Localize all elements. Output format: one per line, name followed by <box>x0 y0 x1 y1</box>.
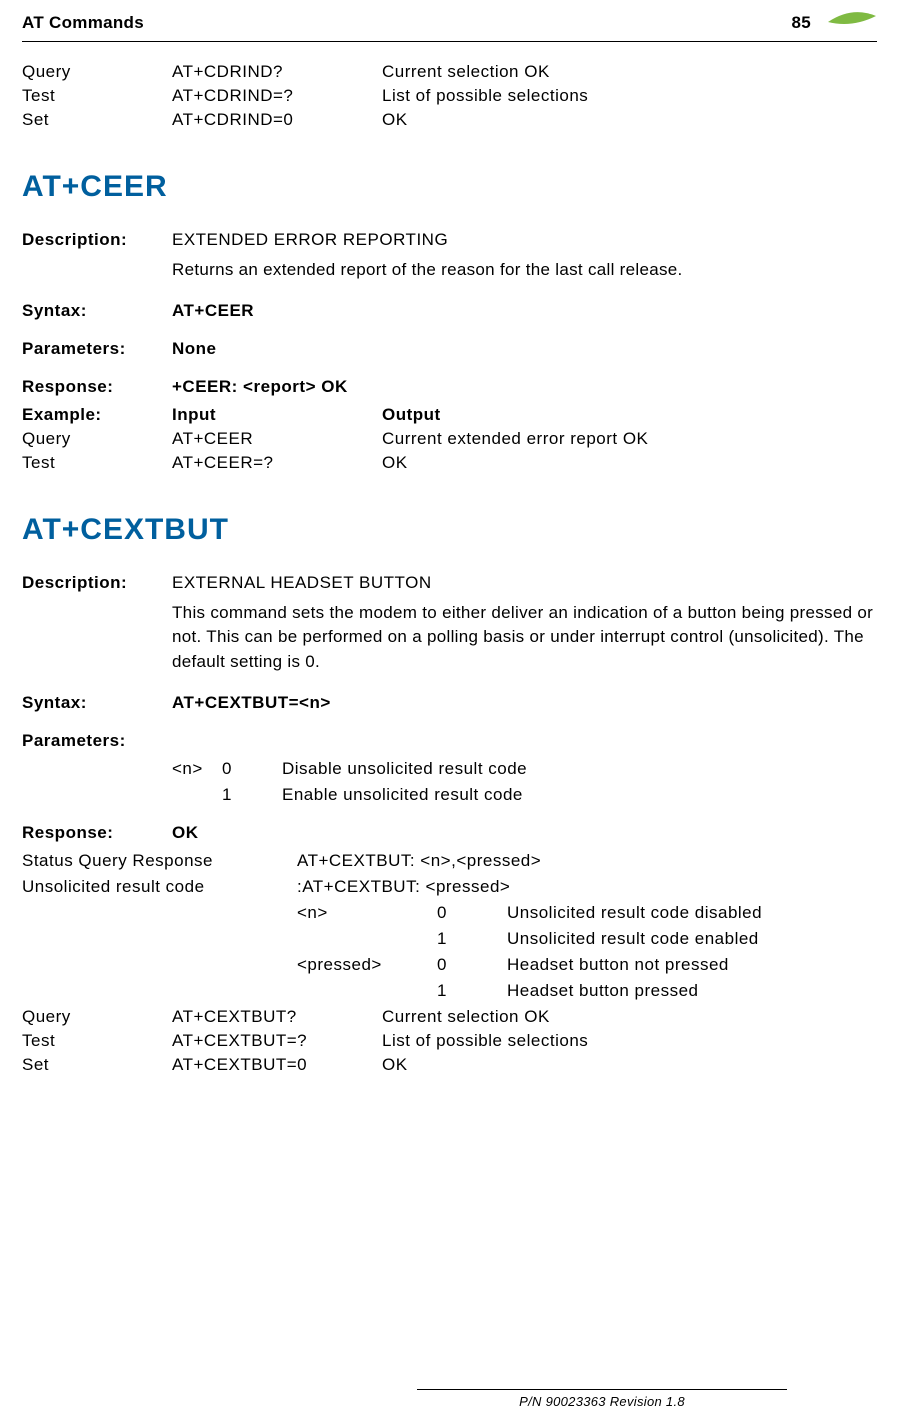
row-type: Set <box>22 110 172 130</box>
status-query-row: Status Query Response AT+CEXTBUT: <n>,<p… <box>22 851 877 871</box>
page-footer: P/N 90023363 Revision 1.8 <box>417 1389 787 1409</box>
sub-row: <pressed> 0 Headset button not pressed <box>22 955 877 975</box>
row-resp: List of possible selections <box>382 1031 877 1051</box>
table-row: Set AT+CDRIND=0 OK <box>22 110 877 130</box>
row-type: Test <box>22 86 172 106</box>
description-text: Returns an extended report of the reason… <box>22 258 877 283</box>
example-input-header: Input <box>172 405 382 425</box>
sub-val: 1 <box>437 981 507 1001</box>
syntax-label: Syntax: <box>22 693 172 713</box>
table-row: Query AT+CDRIND? Current selection OK <box>22 62 877 82</box>
sub-n-label: <n> <box>297 903 437 923</box>
row-resp: Current extended error report OK <box>382 429 877 449</box>
unsolicited-value: :AT+CEXTBUT: <pressed> <box>297 877 877 897</box>
section-heading-ceer: AT+CEER <box>22 170 877 204</box>
row-cmd: AT+CEXTBUT=0 <box>172 1055 382 1075</box>
table-row: Query AT+CEER Current extended error rep… <box>22 429 877 449</box>
sub-val: 0 <box>437 955 507 975</box>
description-label: Description: <box>22 230 172 250</box>
brand-swoosh-icon <box>827 10 877 35</box>
param-row: 1 Enable unsolicited result code <box>22 785 877 805</box>
row-cmd: AT+CEXTBUT=? <box>172 1031 382 1051</box>
response-value: +CEER: <report> OK <box>172 377 877 397</box>
unsolicited-label: Unsolicited result code <box>22 877 297 897</box>
row-resp: List of possible selections <box>382 86 877 106</box>
parameters-value: None <box>172 339 877 359</box>
parameters-label: Parameters: <box>22 339 172 359</box>
sub-val: 0 <box>437 903 507 923</box>
row-cmd: AT+CEER=? <box>172 453 382 473</box>
example-output-header: Output <box>382 405 877 425</box>
header-rule <box>22 41 877 42</box>
syntax-label: Syntax: <box>22 301 172 321</box>
syntax-value: AT+CEXTBUT=<n> <box>172 693 877 713</box>
row-cmd: AT+CEXTBUT? <box>172 1007 382 1027</box>
sub-desc: Headset button not pressed <box>507 955 877 975</box>
param-val: 0 <box>222 759 282 779</box>
description-label: Description: <box>22 573 172 593</box>
section-heading-cextbut: AT+CEXTBUT <box>22 513 877 547</box>
row-type: Query <box>22 1007 172 1027</box>
table-row: Test AT+CEXTBUT=? List of possible selec… <box>22 1031 877 1051</box>
row-type: Test <box>22 453 172 473</box>
sub-pressed-label: <pressed> <box>297 955 437 975</box>
param-desc: Enable unsolicited result code <box>282 785 877 805</box>
row-resp: OK <box>382 1055 877 1075</box>
description-name: EXTERNAL HEADSET BUTTON <box>172 573 877 593</box>
row-resp: OK <box>382 453 877 473</box>
header-title: AT Commands <box>22 13 144 33</box>
row-cmd: AT+CDRIND=0 <box>172 110 382 130</box>
row-resp: OK <box>382 110 877 130</box>
parameters-label: Parameters: <box>22 731 172 751</box>
sub-row: <n> 0 Unsolicited result code disabled <box>22 903 877 923</box>
example-header: Example: Input Output <box>22 405 877 425</box>
sub-row: 1 Unsolicited result code enabled <box>22 929 877 949</box>
example-label: Example: <box>22 405 172 425</box>
status-query-value: AT+CEXTBUT: <n>,<pressed> <box>297 851 877 871</box>
row-resp: Current selection OK <box>382 1007 877 1027</box>
page-number: 85 <box>791 13 811 33</box>
response-label: Response: <box>22 377 172 397</box>
row-type: Query <box>22 429 172 449</box>
row-type: Test <box>22 1031 172 1051</box>
row-type: Query <box>22 62 172 82</box>
param-row: <n> 0 Disable unsolicited result code <box>22 759 877 779</box>
unsolicited-row: Unsolicited result code :AT+CEXTBUT: <pr… <box>22 877 877 897</box>
sub-val: 1 <box>437 929 507 949</box>
response-value: OK <box>172 823 877 843</box>
sub-desc: Unsolicited result code disabled <box>507 903 877 923</box>
sub-desc: Headset button pressed <box>507 981 877 1001</box>
response-label: Response: <box>22 823 172 843</box>
row-type: Set <box>22 1055 172 1075</box>
sub-row: 1 Headset button pressed <box>22 981 877 1001</box>
sub-desc: Unsolicited result code enabled <box>507 929 877 949</box>
param-val: 1 <box>222 785 282 805</box>
table-row: Set AT+CEXTBUT=0 OK <box>22 1055 877 1075</box>
table-row: Test AT+CEER=? OK <box>22 453 877 473</box>
table-row: Query AT+CEXTBUT? Current selection OK <box>22 1007 877 1027</box>
row-cmd: AT+CEER <box>172 429 382 449</box>
description-text: This command sets the modem to either de… <box>22 601 877 675</box>
description-name: EXTENDED ERROR REPORTING <box>172 230 877 250</box>
syntax-value: AT+CEER <box>172 301 877 321</box>
status-query-label: Status Query Response <box>22 851 297 871</box>
param-desc: Disable unsolicited result code <box>282 759 877 779</box>
table-row: Test AT+CDRIND=? List of possible select… <box>22 86 877 106</box>
page-header: AT Commands 85 <box>22 10 877 41</box>
row-cmd: AT+CDRIND? <box>172 62 382 82</box>
row-resp: Current selection OK <box>382 62 877 82</box>
row-cmd: AT+CDRIND=? <box>172 86 382 106</box>
param-name: <n> <box>172 759 222 779</box>
